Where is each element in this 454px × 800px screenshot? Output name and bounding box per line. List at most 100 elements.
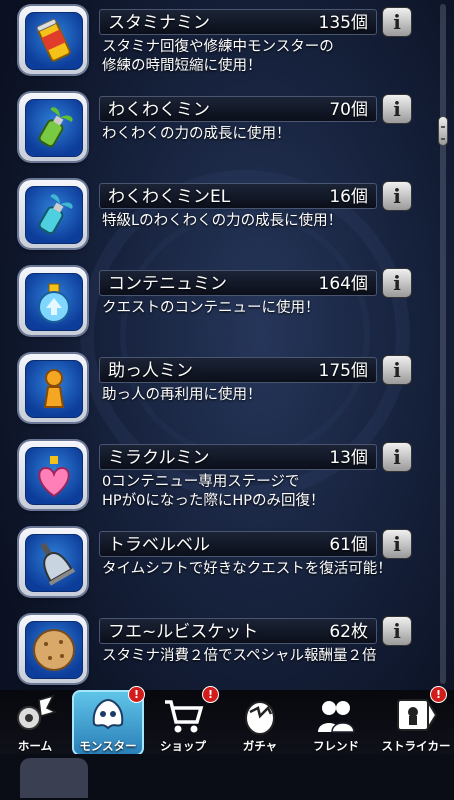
bell-icon — [25, 534, 83, 592]
list-item-travel-bell[interactable]: トラベルベル 61個 i タイムシフトで好きなクエストを復活可能！ — [0, 522, 430, 609]
monster-icon — [86, 694, 130, 736]
item-icon-frame — [19, 180, 87, 248]
item-name-bar: コンテニュミン 164個 — [99, 270, 377, 296]
item-icon-frame — [19, 528, 87, 596]
helper-figure-icon — [25, 360, 83, 418]
item-count: 135個 — [318, 13, 368, 33]
description-line: 0コンテニュー専用ステージで — [102, 474, 300, 490]
item-name: スタミナミン — [108, 13, 210, 33]
info-button[interactable]: i — [382, 181, 412, 211]
item-name-bar: フエ~ルビスケット 62枚 — [99, 618, 377, 644]
content-below-tabs — [0, 754, 454, 800]
scrollbar[interactable] — [436, 0, 450, 690]
item-description: クエストのコンテニューに使用！ — [102, 299, 422, 318]
tab-shop[interactable]: ショップ ! — [148, 686, 219, 754]
heart-potion-icon — [25, 447, 83, 505]
info-icon: i — [393, 271, 401, 295]
item-count: 61個 — [329, 535, 368, 555]
notification-badge: ! — [430, 686, 447, 703]
item-description: 0コンテニュー専用ステージで HPが0になった際にHPのみ回復！ — [102, 473, 422, 511]
info-button[interactable]: i — [382, 94, 412, 124]
grip-icon — [441, 126, 445, 140]
info-icon: i — [393, 184, 401, 208]
item-name-bar: わくわくミンEL 16個 — [99, 183, 377, 209]
item-count: 62枚 — [329, 622, 368, 642]
home-gear-icon — [13, 694, 58, 736]
info-button[interactable]: i — [382, 355, 412, 385]
biscuit-icon — [25, 621, 83, 679]
description-line: スタミナ消費２倍でスペシャル報酬量２倍 — [102, 648, 377, 664]
description-line: 助っ人の再利用に使用！ — [102, 387, 262, 403]
list-item-continue[interactable]: コンテニュミン 164個 i クエストのコンテニューに使用！ — [0, 261, 430, 348]
item-name: わくわくミン — [108, 100, 210, 120]
item-name-bar: トラベルベル 61個 — [99, 531, 377, 557]
info-icon: i — [393, 619, 401, 643]
item-description: 特級Lのわくわくの力の成長に使用！ — [102, 212, 422, 231]
description-line: クエストのコンテニューに使用！ — [102, 300, 320, 316]
item-icon-frame — [19, 267, 87, 335]
item-description: タイムシフトで好きなクエストを復活可能！ — [102, 560, 422, 579]
item-name: 助っ人ミン — [108, 361, 193, 381]
description-line: 特級Lのわくわくの力の成長に使用！ — [102, 213, 343, 229]
info-button[interactable]: i — [382, 616, 412, 646]
list-item-biscuit[interactable]: フエ~ルビスケット 62枚 i スタミナ消費２倍でスペシャル報酬量２倍 — [0, 609, 430, 690]
bottom-tab-bar: ホーム モンスター ! ショップ ! ガチャ フレンド ストライカー ! — [0, 686, 454, 800]
list-item-helper[interactable]: 助っ人ミン 175個 i 助っ人の再利用に使用！ — [0, 348, 430, 435]
item-name-bar: スタミナミン 135個 — [99, 9, 377, 35]
stamina-can-icon — [25, 12, 83, 70]
description-line: 修練の時間短縮に使用！ — [102, 58, 262, 74]
info-button[interactable]: i — [382, 529, 412, 559]
shopping-cart-icon — [161, 694, 205, 736]
item-name: フエ~ルビスケット — [108, 622, 259, 642]
item-name: ミラクルミン — [108, 448, 210, 468]
tab-label: フレンド — [313, 739, 359, 753]
info-button[interactable]: i — [382, 7, 412, 37]
list-item-miracle[interactable]: ミラクルミン 13個 i 0コンテニュー専用ステージで HPが0になった際にHP… — [0, 435, 430, 522]
sprout-bottle-el-icon — [25, 186, 83, 244]
scroll-thumb[interactable] — [438, 116, 448, 146]
item-description: スタミナ消費２倍でスペシャル報酬量２倍 — [102, 647, 422, 666]
tab-gacha[interactable]: ガチャ — [224, 692, 296, 754]
item-count: 13個 — [329, 448, 368, 468]
tab-label: モンスター — [79, 739, 137, 753]
tab-home[interactable]: ホーム — [0, 692, 70, 754]
item-name: わくわくミンEL — [108, 187, 231, 207]
info-icon: i — [393, 97, 401, 121]
scroll-track[interactable] — [440, 4, 446, 684]
item-name: コンテニュミン — [108, 274, 227, 294]
item-count: 164個 — [318, 274, 368, 294]
info-button[interactable]: i — [382, 442, 412, 472]
item-description: スタミナ回復や修練中モンスターの 修練の時間短縮に使用！ — [102, 38, 422, 76]
tab-monster[interactable]: モンスター ! — [72, 686, 145, 756]
item-count: 16個 — [329, 187, 368, 207]
tab-label: ホーム — [17, 739, 53, 753]
info-icon: i — [393, 445, 401, 469]
friends-icon — [314, 694, 358, 736]
notification-badge: ! — [128, 686, 145, 703]
info-icon: i — [393, 10, 401, 34]
list-item-stamina[interactable]: スタミナミン 135個 i スタミナ回復や修練中モンスターの 修練の時間短縮に使… — [0, 0, 430, 87]
tab-label: ストライカー — [381, 739, 451, 753]
item-icon-frame — [19, 93, 87, 161]
tab-striker[interactable]: ストライカー ! — [378, 686, 454, 754]
item-icon-frame — [19, 6, 87, 74]
tab-friend[interactable]: フレンド — [300, 692, 372, 754]
continue-potion-icon — [25, 273, 83, 331]
item-name-bar: ミラクルミン 13個 — [99, 444, 377, 470]
description-line: スタミナ回復や修練中モンスターの — [102, 39, 334, 55]
item-description: わくわくの力の成長に使用！ — [102, 125, 422, 144]
description-line: HPが0になった際にHPのみ回復！ — [102, 493, 325, 509]
info-icon: i — [393, 358, 401, 382]
item-icon-frame — [19, 441, 87, 509]
list-item-wakuwaku[interactable]: わくわくミン 70個 i わくわくの力の成長に使用！ — [0, 87, 430, 174]
item-icon-frame — [19, 615, 87, 683]
notification-badge: ! — [202, 686, 219, 703]
item-name-bar: 助っ人ミン 175個 — [99, 357, 377, 383]
list-item-wakuwaku-el[interactable]: わくわくミンEL 16個 i 特級Lのわくわくの力の成長に使用！ — [0, 174, 430, 261]
item-name-bar: わくわくミン 70個 — [99, 96, 377, 122]
tab-label: ガチャ — [242, 739, 278, 753]
item-list[interactable]: スタミナミン 135個 i スタミナ回復や修練中モンスターの 修練の時間短縮に使… — [0, 0, 430, 690]
item-description: 助っ人の再利用に使用！ — [102, 386, 422, 405]
info-button[interactable]: i — [382, 268, 412, 298]
gacha-egg-icon — [238, 694, 282, 736]
